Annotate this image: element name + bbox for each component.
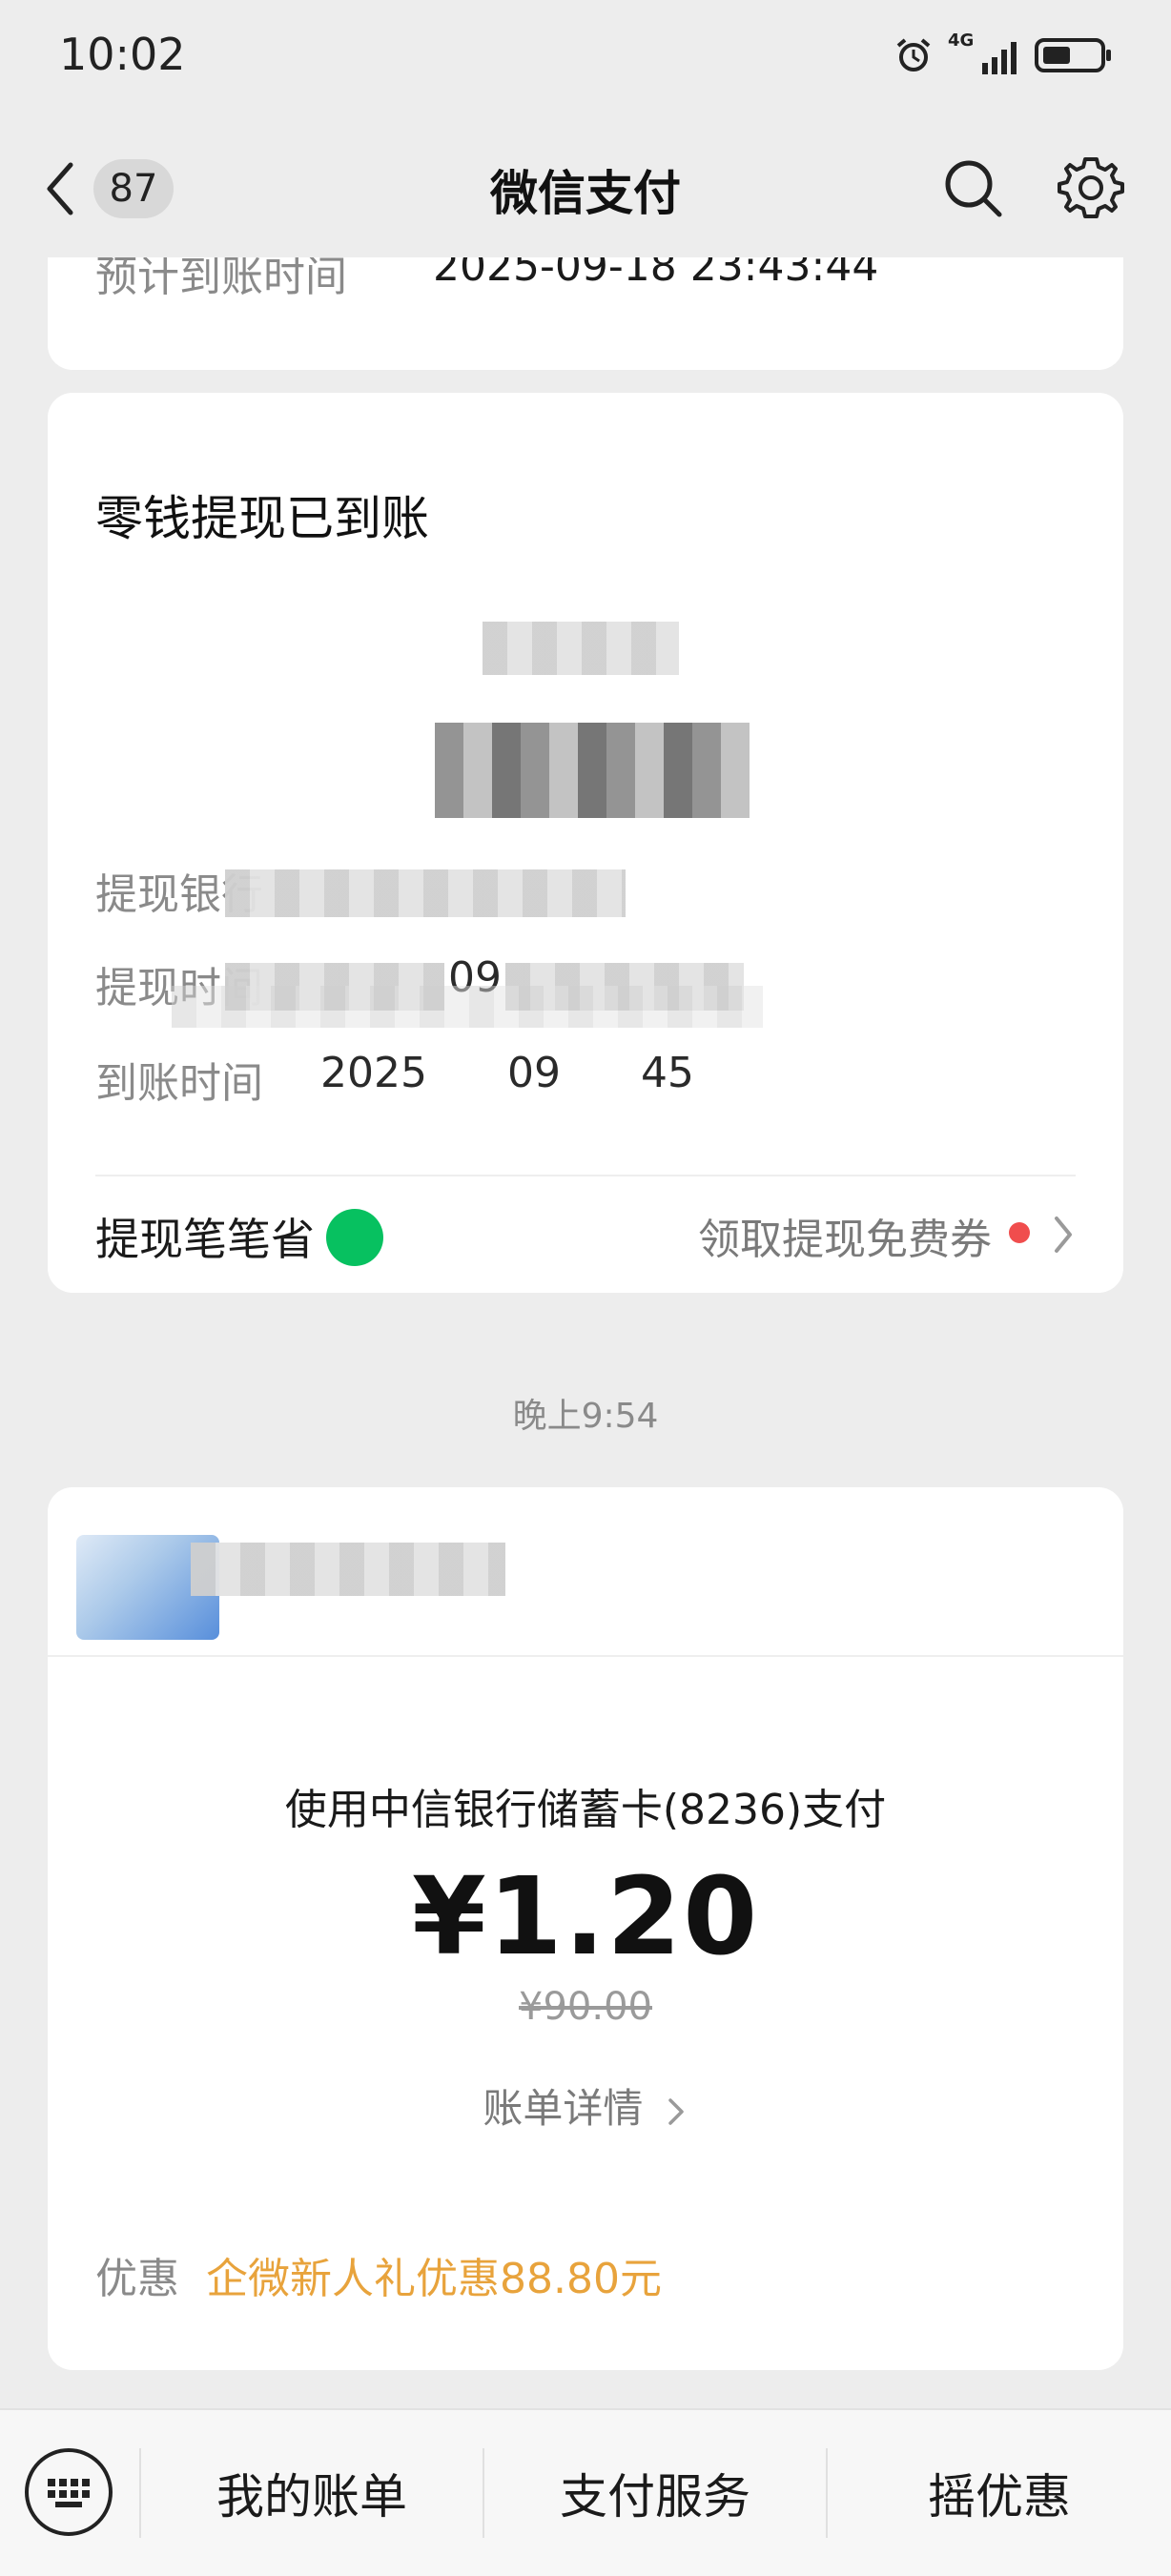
status-icons: 4G [894, 31, 1114, 74]
saver-badge-icon [326, 1209, 383, 1266]
card-title: 零钱提现已到账 [95, 491, 429, 546]
message-timestamp: 晚上9:54 [512, 1397, 659, 1436]
withdraw-saver-link[interactable]: 提现笔笔省 [95, 1205, 315, 1268]
keyboard-icon [48, 2479, 90, 2507]
divider [95, 1175, 1076, 1176]
battery-icon [1035, 38, 1111, 72]
redacted-arrival-time [172, 986, 763, 1028]
tab-payment-services[interactable]: 支付服务 [484, 2410, 826, 2576]
discount-label: 优惠 [95, 2255, 179, 2303]
network-label: 4G [948, 31, 975, 51]
status-time: 10:02 [59, 29, 186, 80]
signal-icon: 4G [948, 31, 1017, 74]
divider [48, 1655, 1123, 1657]
bill-detail-link[interactable]: 账单详情 [48, 2076, 1123, 2135]
keyboard-toggle-button[interactable] [25, 2448, 113, 2536]
redacted-bank [225, 869, 626, 917]
search-icon[interactable] [940, 155, 1007, 222]
payment-method: 使用中信银行储蓄卡(8236)支付 [284, 1786, 887, 1834]
redacted-subtitle [483, 622, 679, 675]
chevron-right-icon [668, 2097, 684, 2125]
discount-value: 企微新人礼优惠88.80元 [206, 2255, 662, 2303]
bottom-menu-bar: 我的账单 支付服务 摇优惠 [0, 2408, 1171, 2576]
estimated-arrival-label: 预计到账时间 [95, 257, 347, 301]
redacted-merchant-name [191, 1543, 505, 1596]
tab-shake-deals[interactable]: 摇优惠 [828, 2410, 1171, 2576]
chevron-right-icon [1055, 1216, 1072, 1253]
bill-detail-label: 账单详情 [483, 2085, 644, 2132]
arrival-time-label: 到账时间 [95, 1059, 263, 1108]
nav-bar: 87 微信支付 [0, 119, 1171, 257]
status-bar: 10:02 4G [0, 0, 1171, 119]
withdrawal-card[interactable]: 零钱提现已到账 提现银行 提现时间 09 到账时间 2025 09 45 提现笔… [48, 393, 1123, 1293]
redacted-amount [435, 723, 750, 818]
payment-card[interactable]: 使用中信银行储蓄卡(8236)支付 ¥1.20 ¥90.00 账单详情 优惠 企… [48, 1487, 1123, 2370]
free-coupon-link[interactable]: 领取提现免费券 [698, 1205, 992, 1266]
estimated-arrival-value: 2025-09-18 23:43:44 [433, 257, 879, 291]
alarm-icon [896, 38, 931, 72]
gear-icon[interactable] [1057, 153, 1125, 222]
original-amount: ¥90.00 [519, 1985, 652, 2029]
tab-my-bills[interactable]: 我的账单 [141, 2410, 483, 2576]
notification-dot [1009, 1222, 1030, 1243]
arrival-time-value: 2025 09 45 [320, 1049, 694, 1097]
payment-amount: ¥1.20 [411, 1855, 760, 1979]
arrival-time-card: 预计到账时间 2025-09-18 23:43:44 [48, 257, 1123, 370]
